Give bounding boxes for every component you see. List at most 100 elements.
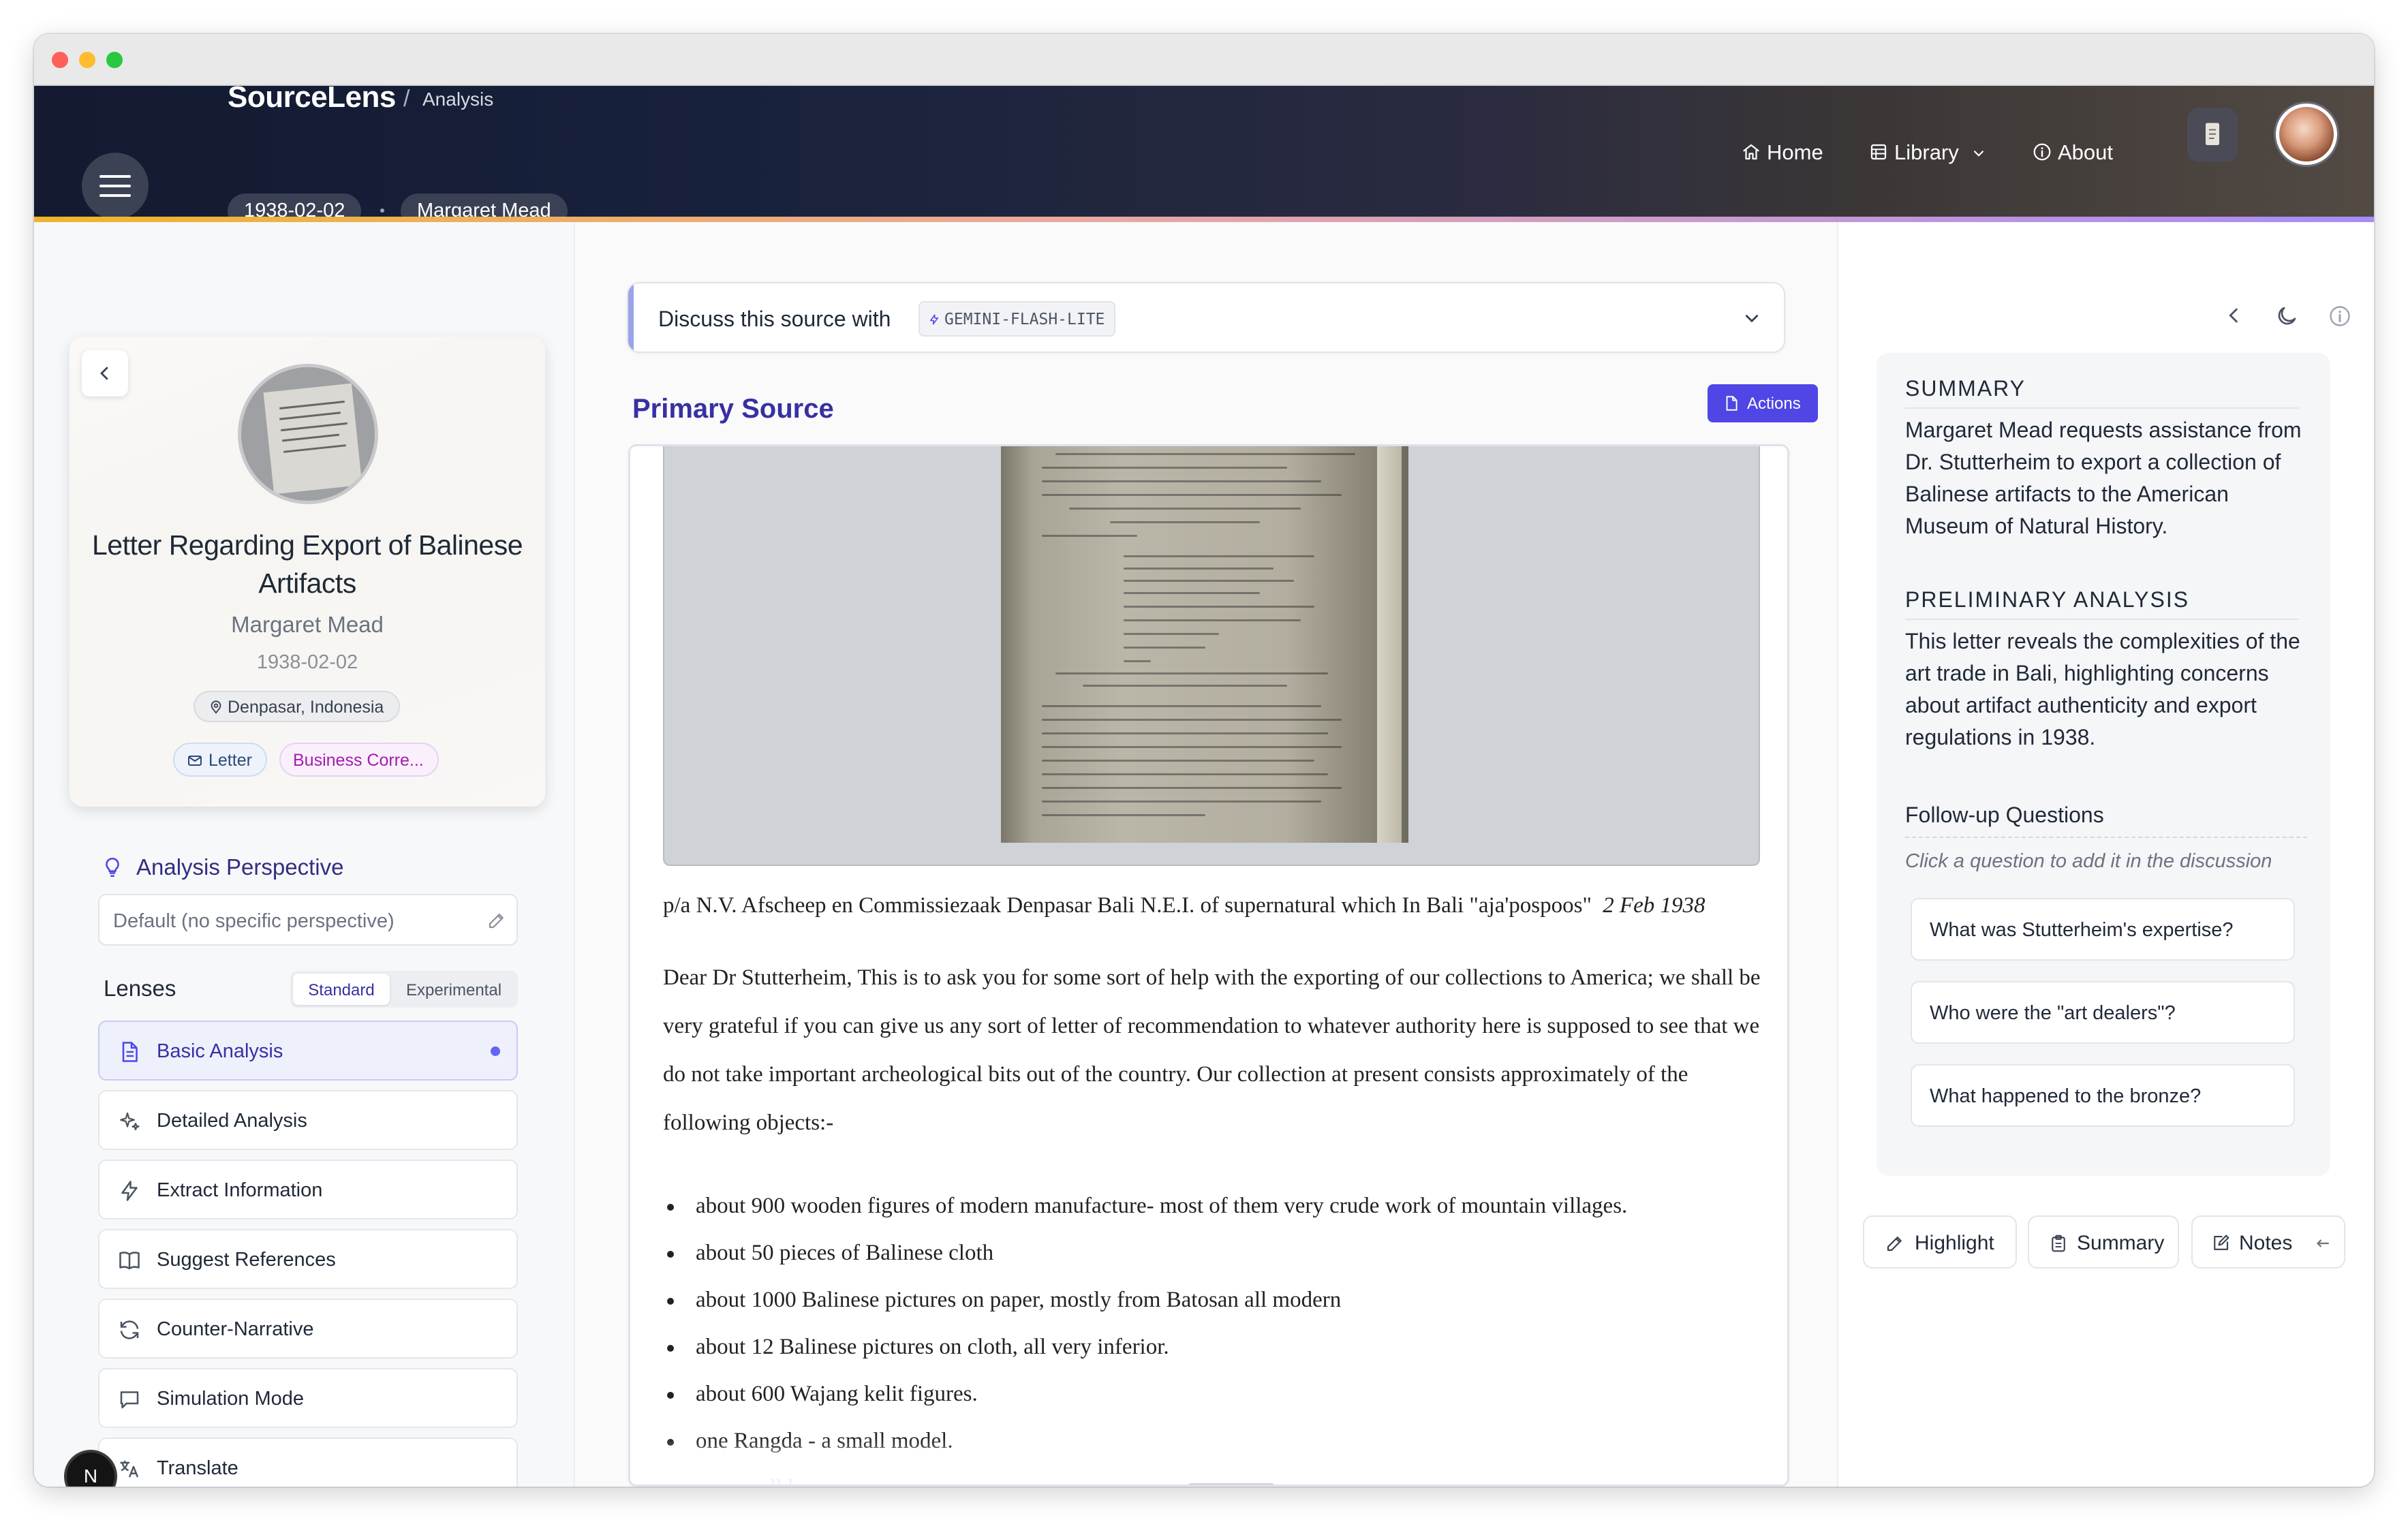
scan-text-line bbox=[1110, 521, 1260, 523]
scan-text-line bbox=[1042, 732, 1328, 734]
document-title: Letter Regarding Export of Balinese Arti… bbox=[91, 529, 523, 599]
lens-simulation-mode[interactable]: Simulation Mode bbox=[98, 1368, 518, 1428]
summary-card: SUMMARY Margaret Mead requests assistanc… bbox=[1877, 353, 2330, 1176]
notes-button[interactable]: Notes bbox=[2191, 1215, 2345, 1269]
scan-text-line bbox=[1042, 760, 1314, 762]
chevron-left-icon[interactable] bbox=[2223, 304, 2246, 327]
lens-detailed-analysis[interactable]: Detailed Analysis bbox=[98, 1090, 518, 1150]
scan-text-line bbox=[1124, 592, 1260, 594]
primary-source-heading: Primary Source bbox=[632, 394, 834, 424]
scan-folder-edge bbox=[1377, 446, 1402, 843]
document-scan-image[interactable] bbox=[1001, 446, 1408, 843]
followup-heading: Follow-up Questions bbox=[1905, 803, 2104, 827]
book-icon bbox=[119, 1252, 140, 1270]
tag-letter[interactable]: Letter bbox=[173, 743, 267, 777]
scan-text-line bbox=[1124, 568, 1274, 570]
summary-heading: SUMMARY bbox=[1905, 376, 2026, 401]
highlight-label: Highlight bbox=[1915, 1232, 1994, 1254]
edit-pencil-icon[interactable] bbox=[487, 910, 507, 931]
chip-separator-dot bbox=[380, 208, 384, 213]
followup-question-button[interactable]: Who were the "art dealers"? bbox=[1911, 981, 2295, 1044]
lens-label: Counter-Narrative bbox=[157, 1318, 314, 1340]
scan-text-line bbox=[1124, 619, 1301, 621]
actions-button[interactable]: Actions bbox=[1708, 384, 1818, 422]
active-indicator-dot bbox=[491, 1046, 500, 1056]
right-panel: SUMMARY Margaret Mead requests assistanc… bbox=[1837, 222, 2374, 1487]
source-list-item: about 50 pieces of Balinese cloth bbox=[666, 1241, 994, 1265]
scan-text-line bbox=[1124, 555, 1314, 557]
scan-text-line bbox=[1042, 787, 1342, 789]
lens-suggest-references[interactable]: Suggest References bbox=[98, 1229, 518, 1289]
document-card: Letter Regarding Export of Balinese Arti… bbox=[70, 337, 545, 807]
scan-text-line bbox=[1042, 814, 1205, 816]
summary-button[interactable]: Summary bbox=[2028, 1215, 2179, 1269]
toggle-standard[interactable]: Standard bbox=[293, 974, 390, 1005]
actions-label: Actions bbox=[1747, 394, 1801, 413]
left-sidebar: Letter Regarding Export of Balinese Arti… bbox=[34, 222, 575, 1487]
maximize-window-button[interactable] bbox=[106, 52, 123, 68]
perspective-value: Default (no specific perspective) bbox=[113, 910, 395, 932]
scan-text-line bbox=[1042, 746, 1342, 748]
scan-text-line bbox=[1042, 801, 1321, 803]
scan-text-line bbox=[1042, 705, 1321, 707]
scan-text-line bbox=[1124, 647, 1205, 649]
nav-about[interactable]: About bbox=[2032, 140, 2113, 165]
scan-text-line bbox=[1042, 719, 1342, 721]
followup-hint: Click a question to add it in the discus… bbox=[1905, 850, 2272, 872]
clipboard-icon bbox=[2052, 1234, 2065, 1252]
followup-question-button[interactable]: What happened to the bronze? bbox=[1911, 1064, 2295, 1127]
close-window-button[interactable] bbox=[52, 52, 68, 68]
model-badge[interactable]: GEMINI-FLASH-LITE bbox=[919, 301, 1116, 337]
document-author: Margaret Mead bbox=[231, 612, 384, 637]
arrow-left-icon bbox=[2316, 1239, 2329, 1247]
notes-label: Notes bbox=[2239, 1232, 2293, 1254]
tag-business[interactable]: Business Corre... bbox=[279, 743, 439, 777]
breadcrumb-separator: / bbox=[403, 86, 410, 112]
toggle-experimental[interactable]: Experimental bbox=[392, 974, 515, 1005]
nav-about-label: About bbox=[2058, 140, 2114, 164]
highlight-button[interactable]: Highlight bbox=[1863, 1215, 2017, 1269]
document-icon bbox=[122, 1042, 138, 1062]
followup-question-button[interactable]: What was Stutterheim's expertise? bbox=[1911, 898, 2295, 961]
lens-label: Simulation Mode bbox=[157, 1388, 304, 1410]
window-titlebar bbox=[34, 34, 2374, 86]
bookmark-button[interactable] bbox=[2187, 108, 2238, 162]
menu-button[interactable] bbox=[82, 153, 149, 219]
minimize-window-button[interactable] bbox=[79, 52, 95, 68]
location-label: Denpasar, Indonesia bbox=[228, 698, 384, 717]
scan-text-line bbox=[1042, 494, 1342, 496]
perspective-input[interactable]: Default (no specific perspective) bbox=[98, 894, 518, 946]
followup-divider bbox=[1905, 837, 2307, 838]
lightning-icon bbox=[121, 1181, 138, 1201]
tag-letter-label: Letter bbox=[209, 751, 252, 770]
sparkle-icon bbox=[120, 1112, 140, 1131]
scan-frame bbox=[663, 446, 1760, 866]
scroll-handle[interactable] bbox=[1188, 1483, 1275, 1485]
lens-basic-analysis[interactable]: Basic Analysis bbox=[98, 1021, 518, 1081]
user-avatar[interactable] bbox=[2276, 104, 2337, 165]
scan-text-line bbox=[1042, 480, 1321, 482]
discuss-source-bar[interactable]: Discuss this source with GEMINI-FLASH-LI… bbox=[627, 282, 1785, 353]
app-title[interactable]: SourceLens bbox=[228, 80, 396, 114]
nav-library[interactable]: Library bbox=[1868, 140, 1988, 165]
scan-text-line bbox=[1083, 685, 1287, 687]
info-icon[interactable] bbox=[2328, 304, 2352, 328]
analysis-rule bbox=[1905, 619, 2299, 620]
lens-label: Translate bbox=[157, 1457, 238, 1479]
lens-extract-information[interactable]: Extract Information bbox=[98, 1160, 518, 1220]
lens-translate[interactable]: Translate bbox=[98, 1438, 518, 1487]
discuss-label: Discuss this source with bbox=[658, 307, 891, 331]
lens-counter-narrative[interactable]: Counter-Narrative bbox=[98, 1299, 518, 1358]
collapse-sidebar-button[interactable] bbox=[82, 350, 128, 397]
moon-icon[interactable] bbox=[2274, 304, 2299, 328]
nav-home[interactable]: Home bbox=[1741, 140, 1823, 165]
menu-icon bbox=[99, 175, 131, 178]
chevron-down-icon[interactable] bbox=[1740, 307, 1763, 330]
document-thumbnail bbox=[238, 364, 378, 504]
scan-text-line bbox=[1124, 633, 1219, 635]
pencil-icon bbox=[1887, 1237, 1902, 1252]
source-header-text: p/a N.V. Afscheep en Commissiezaak Denpa… bbox=[663, 893, 1592, 918]
info-icon bbox=[2033, 143, 2051, 161]
primary-source-panel: p/a N.V. Afscheep en Commissiezaak Denpa… bbox=[628, 444, 1789, 1487]
question-label: Who were the "art dealers"? bbox=[1930, 1002, 2176, 1024]
